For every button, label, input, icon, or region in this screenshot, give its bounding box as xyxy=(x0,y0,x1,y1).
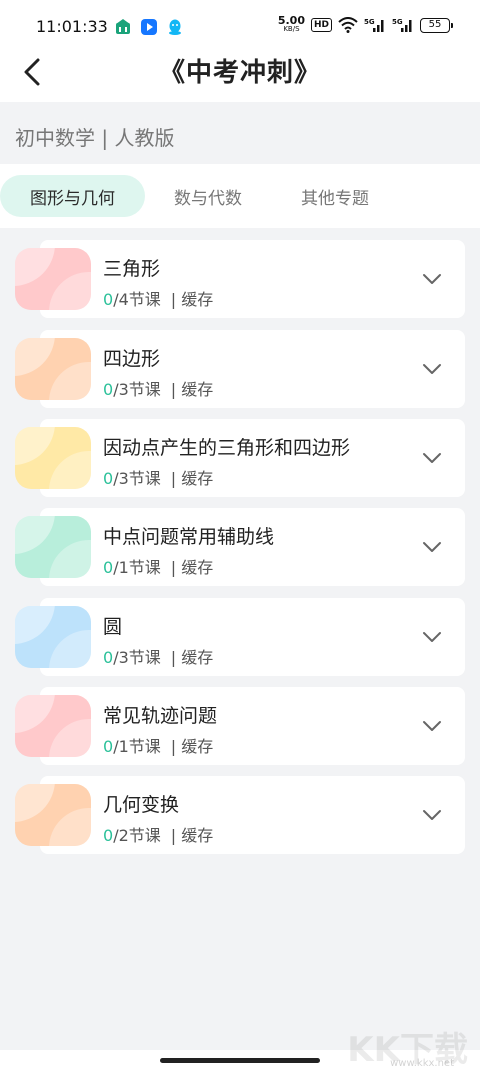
home-indicator[interactable] xyxy=(160,1058,320,1063)
status-time: 11:01:33 xyxy=(36,17,108,36)
course-title: 圆 xyxy=(103,616,123,638)
bank-app-icon xyxy=(116,19,130,34)
cache-label[interactable]: | 缓存 xyxy=(171,826,213,845)
course-title: 几何变换 xyxy=(103,794,180,816)
course-card[interactable]: 因动点产生的三角形和四边形 0/3节课 | 缓存 xyxy=(40,419,465,497)
tab-bar: 图形与几何 数与代数 其他专题 xyxy=(0,164,480,228)
course-title: 四边形 xyxy=(103,348,161,370)
cache-label[interactable]: | 缓存 xyxy=(171,469,213,488)
course-title: 中点问题常用辅助线 xyxy=(103,526,275,548)
course-card[interactable]: 四边形 0/3节课 | 缓存 xyxy=(40,330,465,408)
course-progress: 0/1节课 | 缓存 xyxy=(103,558,214,577)
chevron-down-icon[interactable] xyxy=(421,715,443,737)
watermark-url: www.kkx.net xyxy=(390,1058,454,1069)
wifi-icon xyxy=(338,17,358,33)
course-thumbnail xyxy=(15,784,91,846)
course-thumbnail xyxy=(15,695,91,757)
status-app-icons xyxy=(114,18,184,36)
signal-icon-1: 5G xyxy=(364,18,384,32)
qq-app-icon xyxy=(169,19,181,35)
course-thumbnail xyxy=(15,427,91,489)
course-thumbnail xyxy=(15,338,91,400)
cache-label[interactable]: | 缓存 xyxy=(171,558,213,577)
chevron-down-icon[interactable] xyxy=(421,626,443,648)
network-speed: 5.00 KB/S xyxy=(277,14,305,33)
course-progress: 0/3节课 | 缓存 xyxy=(103,380,214,399)
page-title: 《中考冲刺》 xyxy=(158,58,321,88)
cache-label[interactable]: | 缓存 xyxy=(171,380,213,399)
course-title: 三角形 xyxy=(103,258,161,280)
course-progress: 0/1节课 | 缓存 xyxy=(103,737,214,756)
tab-other-topics[interactable]: 其他专题 xyxy=(271,175,399,217)
subject-label: 初中数学 | 人教版 xyxy=(15,126,175,150)
course-card[interactable]: 三角形 0/4节课 | 缓存 xyxy=(40,240,465,318)
battery-indicator: 55 xyxy=(420,17,453,33)
signal-icon-2: 5G xyxy=(392,18,412,32)
hd-badge: HD xyxy=(310,18,332,32)
chevron-down-icon[interactable] xyxy=(421,804,443,826)
chevron-down-icon[interactable] xyxy=(421,447,443,469)
svg-text:5G: 5G xyxy=(364,18,375,26)
tab-algebra[interactable]: 数与代数 xyxy=(145,175,271,217)
course-title: 常见轨迹问题 xyxy=(103,705,218,727)
cache-label[interactable]: | 缓存 xyxy=(171,290,213,309)
cache-label[interactable]: | 缓存 xyxy=(171,648,213,667)
course-progress: 0/3节课 | 缓存 xyxy=(103,648,214,667)
play-app-icon xyxy=(141,19,157,35)
tab-geometry[interactable]: 图形与几何 xyxy=(0,175,145,217)
course-title: 因动点产生的三角形和四边形 xyxy=(103,437,351,459)
nav-bar: 《中考冲刺》 xyxy=(0,42,480,102)
course-progress: 0/3节课 | 缓存 xyxy=(103,469,214,488)
course-card[interactable]: 圆 0/3节课 | 缓存 xyxy=(40,598,465,676)
cache-label[interactable]: | 缓存 xyxy=(171,737,213,756)
svg-text:5G: 5G xyxy=(392,18,403,26)
course-card[interactable]: 几何变换 0/2节课 | 缓存 xyxy=(40,776,465,854)
course-card[interactable]: 中点问题常用辅助线 0/1节课 | 缓存 xyxy=(40,508,465,586)
course-progress: 0/2节课 | 缓存 xyxy=(103,826,214,845)
status-right: 5.00 KB/S HD 5G 5G 55 xyxy=(277,14,453,34)
course-progress: 0/4节课 | 缓存 xyxy=(103,290,214,309)
course-thumbnail xyxy=(15,248,91,310)
chevron-down-icon[interactable] xyxy=(421,536,443,558)
course-card[interactable]: 常见轨迹问题 0/1节课 | 缓存 xyxy=(40,687,465,765)
course-thumbnail xyxy=(15,516,91,578)
subject-row: 初中数学 | 人教版 xyxy=(0,102,480,164)
chevron-down-icon[interactable] xyxy=(421,358,443,380)
chevron-down-icon[interactable] xyxy=(421,268,443,290)
course-thumbnail xyxy=(15,606,91,668)
